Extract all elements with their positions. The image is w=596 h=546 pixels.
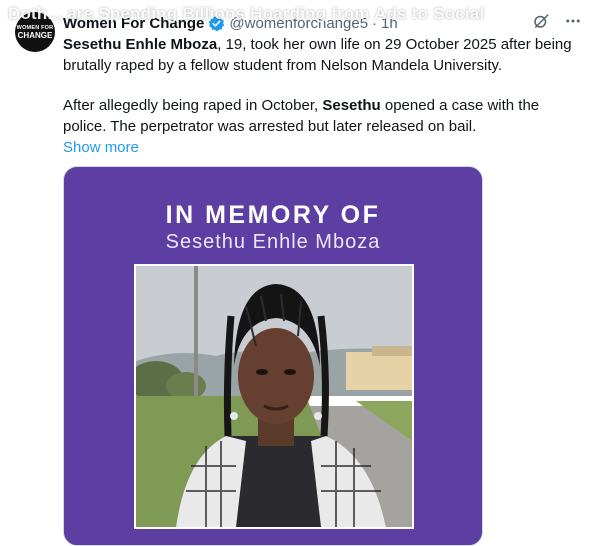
more-icon[interactable] — [564, 12, 582, 30]
show-more-link[interactable]: Show more — [63, 137, 139, 158]
memorial-name: Sesethu Enhle Mboza — [165, 231, 381, 253]
victim-first-name: Sesethu — [322, 97, 381, 114]
overlay-title: Doth... are Spending Billions Hoarding f… — [8, 4, 485, 23]
memorial-title: IN MEMORY OF — [165, 201, 381, 229]
memorial-photo — [134, 264, 414, 529]
header-actions — [532, 12, 582, 30]
tweet-media-image[interactable]: IN MEMORY OF Sesethu Enhle Mboza — [63, 166, 483, 546]
tweet-paragraph-1: Sesethu Enhle Mboza, 19, took her own li… — [63, 34, 573, 76]
paragraph-2-start: After allegedly being raped in October, — [63, 97, 323, 114]
avatar-logo-line2: CHANGE — [17, 30, 53, 40]
victim-name: Sesethu Enhle Mboza — [63, 36, 218, 53]
grok-icon[interactable] — [532, 12, 550, 30]
tweet-paragraph-2: After allegedly being raped in October, … — [63, 95, 573, 158]
tweet-text: Sesethu Enhle Mboza, 19, took her own li… — [63, 34, 573, 158]
